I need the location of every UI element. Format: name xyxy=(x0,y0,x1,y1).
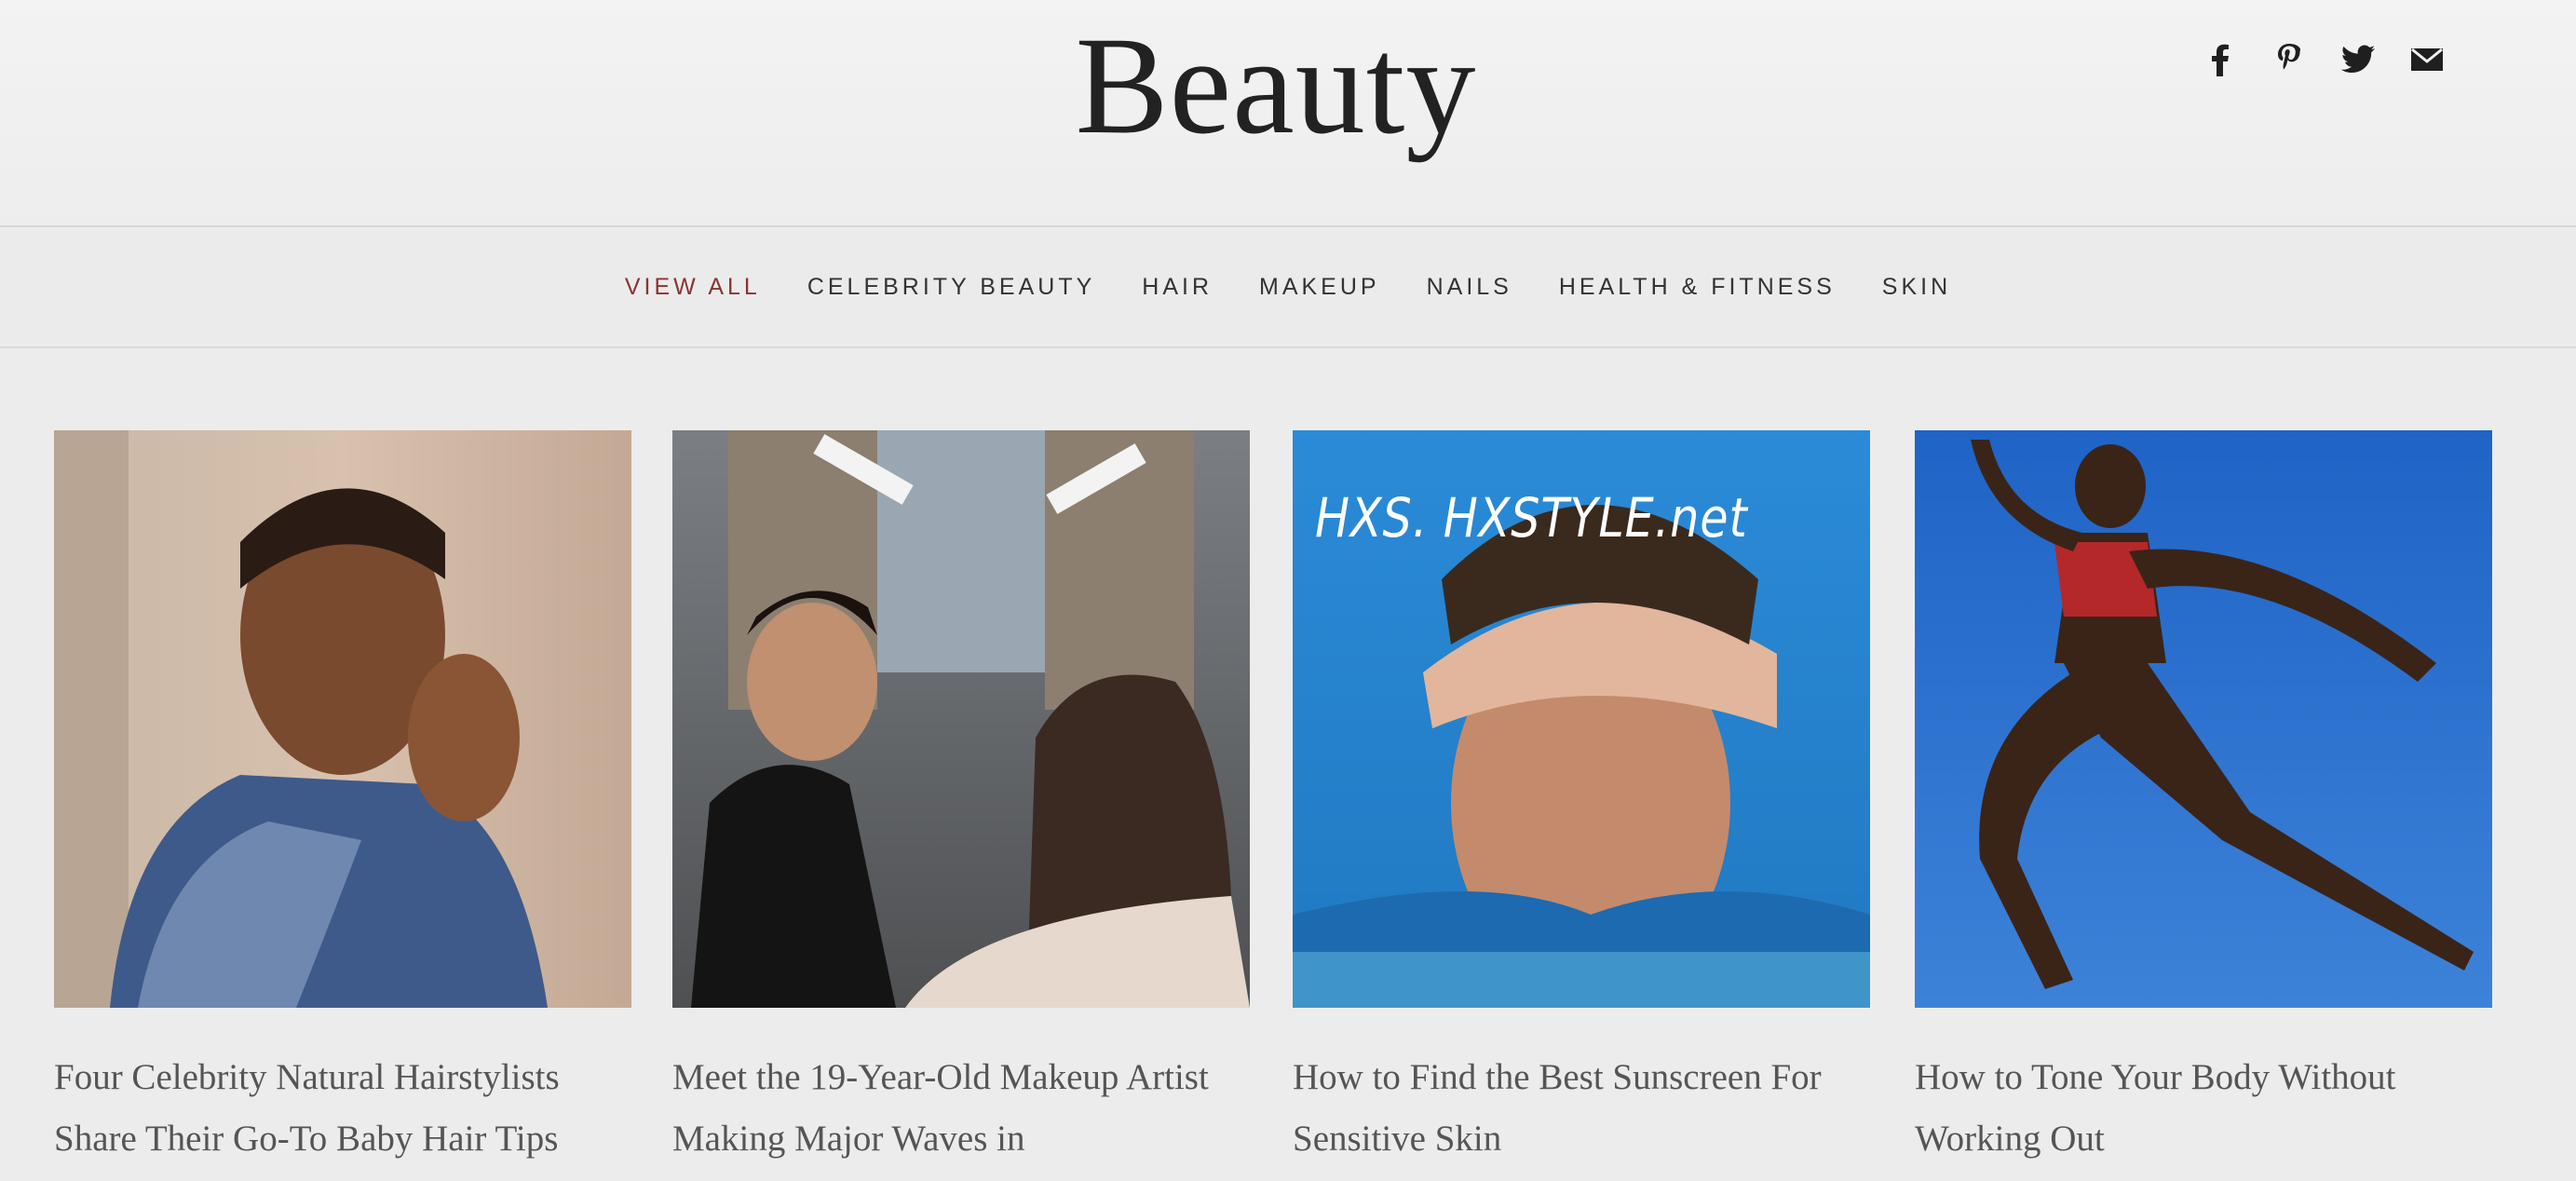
nav-makeup[interactable]: MAKEUP xyxy=(1259,274,1380,301)
email-icon[interactable] xyxy=(2408,41,2446,78)
nav-health-fitness[interactable]: HEALTH & FITNESS xyxy=(1559,274,1836,301)
article-title[interactable]: Four Celebrity Natural Hairstylists Shar… xyxy=(54,1047,631,1170)
pinterest-icon[interactable] xyxy=(2271,41,2308,78)
article-card[interactable]: Meet the 19-Year-Old Makeup Artist Makin… xyxy=(672,430,1250,1170)
nav-celebrity-beauty[interactable]: CELEBRITY BEAUTY xyxy=(807,274,1095,301)
watermark-text: HXS. HXSTYLE.net xyxy=(1315,486,1748,550)
article-title[interactable]: Meet the 19-Year-Old Makeup Artist Makin… xyxy=(672,1047,1250,1170)
article-card[interactable]: How to Tone Your Body Without Working Ou… xyxy=(1915,430,2492,1170)
twitter-icon[interactable] xyxy=(2339,41,2377,78)
article-title[interactable]: How to Tone Your Body Without Working Ou… xyxy=(1915,1047,2492,1170)
facebook-icon[interactable] xyxy=(2202,41,2239,78)
nav-skin[interactable]: SKIN xyxy=(1882,274,1951,301)
article-image[interactable] xyxy=(672,430,1250,1008)
social-links xyxy=(2202,41,2446,78)
nav-view-all[interactable]: VIEW ALL xyxy=(625,274,761,301)
article-card[interactable]: Four Celebrity Natural Hairstylists Shar… xyxy=(54,430,631,1170)
article-image[interactable]: HXS. HXSTYLE.net xyxy=(1293,430,1870,1008)
article-grid: Four Celebrity Natural Hairstylists Shar… xyxy=(54,430,2522,1181)
site-title[interactable]: Beauty xyxy=(1024,11,1527,160)
nav-hair[interactable]: HAIR xyxy=(1142,274,1213,301)
nav-divider xyxy=(0,346,2576,348)
nav-nails[interactable]: NAILS xyxy=(1427,274,1512,301)
site-header: Beauty xyxy=(0,0,2576,227)
article-card[interactable]: HXS. HXSTYLE.net How to Find the Best Su… xyxy=(1293,430,1870,1170)
article-image[interactable] xyxy=(54,430,631,1008)
article-image[interactable] xyxy=(1915,430,2492,1008)
category-nav: VIEW ALL CELEBRITY BEAUTY HAIR MAKEUP NA… xyxy=(0,227,2576,346)
article-title[interactable]: How to Find the Best Sunscreen For Sensi… xyxy=(1293,1047,1870,1170)
